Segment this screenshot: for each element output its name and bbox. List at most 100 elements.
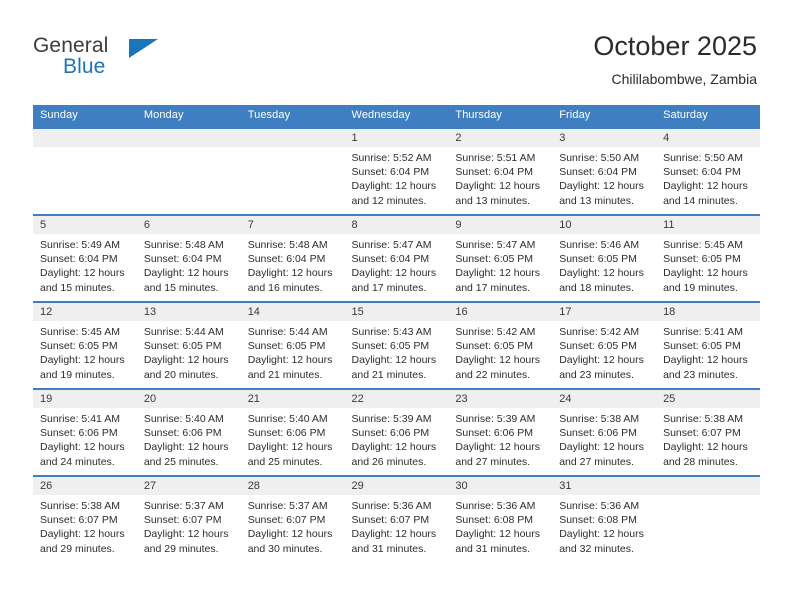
day-details: Sunrise: 5:42 AM Sunset: 6:05 PM Daylight:… [552, 321, 656, 382]
calendar-day-cell[interactable]: 25 Sunrise: 5:38 AM Sunset: 6:07 PM Dayligh… [656, 388, 760, 476]
daylight-duration-line2: and 22 minutes. [455, 368, 531, 381]
day-number: 19 [33, 390, 137, 408]
calendar-day-cell[interactable]: 15 Sunrise: 5:43 AM Sunset: 6:05 PM Dayligh… [344, 301, 449, 389]
daylight-duration-line2: and 14 minutes. [663, 194, 738, 207]
sunrise-time: Sunrise: 5:47 AM [351, 239, 432, 251]
calendar-day-cell[interactable]: 8 Sunrise: 5:47 AM Sunset: 6:04 PM Daylight… [344, 214, 449, 302]
calendar-day-cell[interactable]: 29 Sunrise: 5:36 AM Sunset: 6:07 PM Dayligh… [344, 475, 449, 562]
sunset-time: Sunset: 6:04 PM [663, 166, 741, 179]
calendar-day-cell[interactable]: 3 Sunrise: 5:50 AM Sunset: 6:04 PM Daylight… [552, 127, 657, 215]
calendar-day-cell[interactable]: 31 Sunrise: 5:36 AM Sunset: 6:08 PM Dayligh… [552, 475, 657, 562]
day-cell-body: 13 Sunrise: 5:44 AM Sunset: 6:05 PM Dayligh… [136, 303, 241, 388]
calendar-day-cell[interactable]: 26 Sunrise: 5:38 AM Sunset: 6:07 PM Dayligh… [33, 475, 137, 562]
daylight-duration-line1: Daylight: 12 hours [351, 528, 437, 541]
day-details: Sunrise: 5:51 AM Sunset: 6:04 PM Daylight:… [448, 147, 552, 208]
daylight-duration-line2: and 31 minutes. [455, 542, 531, 555]
day-details: Sunrise: 5:37 AM Sunset: 6:07 PM Daylight:… [241, 495, 345, 556]
daylight-duration-line1: Daylight: 12 hours [40, 528, 125, 541]
calendar-day-cell[interactable]: 13 Sunrise: 5:44 AM Sunset: 6:05 PM Dayligh… [136, 301, 241, 389]
calendar-day-cell[interactable]: 24 Sunrise: 5:38 AM Sunset: 6:06 PM Dayligh… [552, 388, 657, 476]
day-number: 26 [33, 477, 137, 495]
day-details: Sunrise: 5:40 AM Sunset: 6:06 PM Daylight:… [137, 408, 241, 469]
sunset-time: Sunset: 6:04 PM [247, 253, 326, 266]
calendar-day-cell[interactable]: 28 Sunrise: 5:37 AM Sunset: 6:07 PM Dayligh… [240, 475, 345, 562]
calendar-week-row: 19 Sunrise: 5:41 AM Sunset: 6:06 PM Dayligh… [33, 388, 760, 476]
day-number: 14 [240, 303, 345, 321]
calendar-week-row: 12 Sunrise: 5:45 AM Sunset: 6:05 PM Dayligh… [33, 301, 760, 389]
calendar-day-cell[interactable]: 5 Sunrise: 5:49 AM Sunset: 6:04 PM Daylight… [33, 214, 137, 302]
daylight-duration-line2: and 17 minutes. [351, 281, 427, 294]
general-blue-logo[interactable]: General Blue [33, 34, 233, 84]
sunset-time: Sunset: 6:05 PM [559, 340, 637, 353]
daylight-duration-line2: and 23 minutes. [663, 368, 738, 381]
sunset-time: Sunset: 6:04 PM [40, 253, 118, 266]
daylight-duration-line1: Daylight: 12 hours [351, 441, 437, 454]
sunset-time: Sunset: 6:08 PM [455, 514, 534, 527]
day-details: Sunrise: 5:37 AM Sunset: 6:07 PM Daylight:… [137, 495, 241, 556]
day-cell-body: 5 Sunrise: 5:49 AM Sunset: 6:04 PM Daylight… [33, 216, 137, 301]
day-number: 24 [552, 390, 657, 408]
daylight-duration-line2: and 23 minutes. [559, 368, 634, 381]
calendar-day-cell[interactable]: 19 Sunrise: 5:41 AM Sunset: 6:06 PM Dayligh… [33, 388, 137, 476]
calendar-day-cell[interactable]: 21 Sunrise: 5:40 AM Sunset: 6:06 PM Dayligh… [240, 388, 345, 476]
day-details: Sunrise: 5:44 AM Sunset: 6:05 PM Daylight:… [241, 321, 345, 382]
calendar-day-cell[interactable]: 1 Sunrise: 5:52 AM Sunset: 6:04 PM Daylight… [344, 127, 449, 215]
daylight-duration-line1: Daylight: 12 hours [351, 354, 437, 367]
day-cell-body: 18 Sunrise: 5:41 AM Sunset: 6:05 PM Dayligh… [656, 303, 760, 388]
day-number: 18 [656, 303, 760, 321]
weekday-header-tuesday: Tuesday [240, 105, 345, 128]
weekday-header-sunday: Sunday [33, 105, 137, 128]
day-number: 7 [240, 216, 345, 234]
sunset-time: Sunset: 6:07 PM [143, 514, 222, 527]
sunset-time: Sunset: 6:05 PM [40, 340, 118, 353]
day-cell-body: 19 Sunrise: 5:41 AM Sunset: 6:06 PM Dayligh… [33, 390, 137, 475]
daylight-duration-line2: and 13 minutes. [455, 194, 531, 207]
day-details: Sunrise: 5:43 AM Sunset: 6:05 PM Daylight:… [345, 321, 449, 382]
calendar-day-cell[interactable]: 9 Sunrise: 5:47 AM Sunset: 6:05 PM Daylight… [448, 214, 553, 302]
calendar-week-row: 26 Sunrise: 5:38 AM Sunset: 6:07 PM Dayligh… [33, 475, 760, 562]
calendar-day-cell[interactable]: 7 Sunrise: 5:48 AM Sunset: 6:04 PM Daylight… [240, 214, 345, 302]
calendar-header-row: Sunday Monday Tuesday Wednesday Thursday… [33, 105, 760, 128]
calendar-day-cell[interactable]: 27 Sunrise: 5:37 AM Sunset: 6:07 PM Dayligh… [136, 475, 241, 562]
calendar-day-cell[interactable]: 4 Sunrise: 5:50 AM Sunset: 6:04 PM Daylight… [656, 127, 760, 215]
calendar-day-cell[interactable]: 18 Sunrise: 5:41 AM Sunset: 6:05 PM Dayligh… [656, 301, 760, 389]
day-cell-body: 29 Sunrise: 5:36 AM Sunset: 6:07 PM Dayligh… [344, 477, 449, 562]
calendar-day-cell[interactable]: 10 Sunrise: 5:46 AM Sunset: 6:05 PM Dayligh… [552, 214, 657, 302]
sunrise-time: Sunrise: 5:43 AM [351, 326, 432, 338]
daylight-duration-line2: and 21 minutes. [351, 368, 427, 381]
calendar-day-cell[interactable]: 16 Sunrise: 5:42 AM Sunset: 6:05 PM Dayligh… [448, 301, 553, 389]
calendar-day-cell[interactable]: 6 Sunrise: 5:48 AM Sunset: 6:04 PM Daylight… [136, 214, 241, 302]
day-cell-body: 14 Sunrise: 5:44 AM Sunset: 6:05 PM Dayligh… [240, 303, 345, 388]
calendar-week-row: 5 Sunrise: 5:49 AM Sunset: 6:04 PM Daylight… [33, 214, 760, 302]
day-cell-body: 8 Sunrise: 5:47 AM Sunset: 6:04 PM Daylight… [344, 216, 449, 301]
day-details: Sunrise: 5:42 AM Sunset: 6:05 PM Daylight:… [448, 321, 552, 382]
daylight-duration-line1: Daylight: 12 hours [40, 441, 125, 454]
daylight-duration-line2: and 32 minutes. [559, 542, 634, 555]
calendar-day-cell[interactable]: 2 Sunrise: 5:51 AM Sunset: 6:04 PM Daylight… [448, 127, 553, 215]
daylight-duration-line2: and 12 minutes. [351, 194, 427, 207]
sunrise-time: Sunrise: 5:51 AM [455, 152, 536, 164]
sunset-time: Sunset: 6:04 PM [351, 166, 430, 179]
sunrise-time: Sunrise: 5:48 AM [247, 239, 328, 251]
day-number: 23 [448, 390, 553, 408]
calendar-day-cell[interactable]: 12 Sunrise: 5:45 AM Sunset: 6:05 PM Dayligh… [33, 301, 137, 389]
sunrise-time: Sunrise: 5:46 AM [559, 239, 640, 251]
day-number: 5 [33, 216, 137, 234]
weekday-header-thursday: Thursday [448, 105, 553, 128]
calendar-day-cell[interactable]: 17 Sunrise: 5:42 AM Sunset: 6:05 PM Dayligh… [552, 301, 657, 389]
calendar-day-cell[interactable]: 20 Sunrise: 5:40 AM Sunset: 6:06 PM Dayligh… [136, 388, 241, 476]
calendar-day-cell[interactable]: 14 Sunrise: 5:44 AM Sunset: 6:05 PM Dayligh… [240, 301, 345, 389]
sunrise-time: Sunrise: 5:47 AM [455, 239, 536, 251]
day-number: 3 [552, 129, 657, 147]
sunset-time: Sunset: 6:05 PM [351, 340, 430, 353]
day-number: 9 [448, 216, 553, 234]
day-number: 10 [552, 216, 657, 234]
calendar-day-cell[interactable]: 22 Sunrise: 5:39 AM Sunset: 6:06 PM Dayligh… [344, 388, 449, 476]
sunset-time: Sunset: 6:05 PM [663, 340, 741, 353]
calendar-day-cell[interactable]: 11 Sunrise: 5:45 AM Sunset: 6:05 PM Dayligh… [656, 214, 760, 302]
calendar-day-cell[interactable]: 23 Sunrise: 5:39 AM Sunset: 6:06 PM Dayligh… [448, 388, 553, 476]
day-details: Sunrise: 5:44 AM Sunset: 6:05 PM Daylight:… [137, 321, 241, 382]
day-number [33, 129, 137, 147]
daylight-duration-line2: and 29 minutes. [143, 542, 219, 555]
calendar-day-cell[interactable]: 30 Sunrise: 5:36 AM Sunset: 6:08 PM Dayligh… [448, 475, 553, 562]
